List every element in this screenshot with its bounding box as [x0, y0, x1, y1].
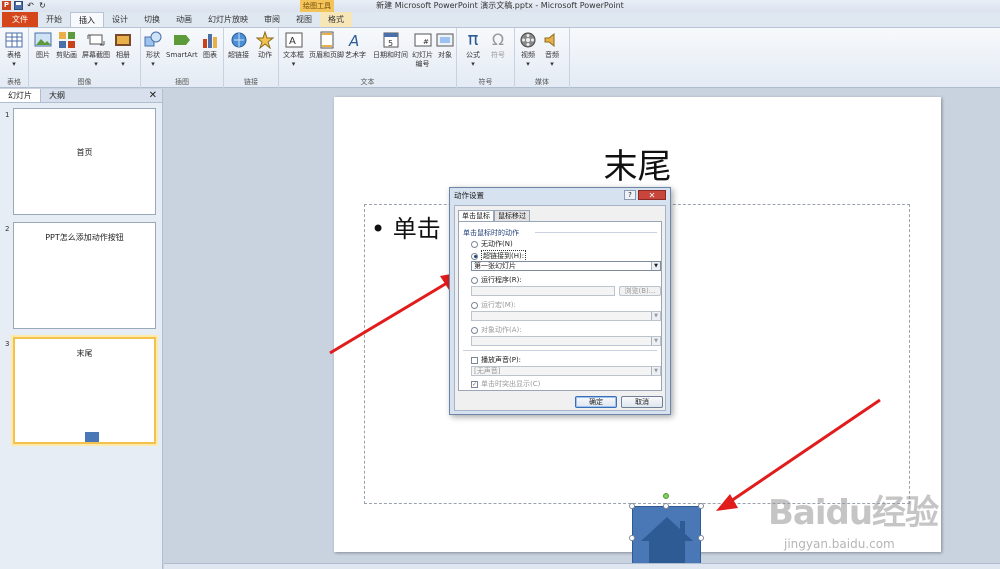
- radio-button: [471, 301, 478, 309]
- cancel-button[interactable]: 取消: [621, 396, 663, 408]
- annotation-arrow-left: [329, 278, 453, 355]
- sound-dropdown: [无声音] ▼: [471, 366, 661, 376]
- watermark-brand: Baidu经验: [768, 493, 939, 533]
- radio-no-action[interactable]: 无动作(N): [471, 239, 513, 249]
- dialog-close-button[interactable]: ✕: [638, 190, 666, 200]
- dropdown-arrow-icon: ▼: [651, 367, 660, 375]
- baidu-jingyan-watermark: Baidu经验 jingyan.baidu.com: [768, 485, 1000, 569]
- checkbox-play-sound[interactable]: 播放声音(P):: [471, 355, 521, 365]
- checkbox-checked: ✓: [471, 380, 478, 388]
- object-action-dropdown: ▼: [471, 336, 661, 346]
- dialog-tab-panel: 单击鼠标时的动作 无动作(N) 超链接到(H): 第一张幻灯片 ▼ 运行程序(R…: [458, 221, 662, 391]
- program-path-field: [471, 286, 615, 296]
- section-label: 单击鼠标时的动作: [463, 229, 519, 237]
- macro-dropdown: ▼: [471, 311, 661, 321]
- browse-button: 浏览(B)...: [619, 286, 661, 296]
- hyperlink-target-dropdown[interactable]: 第一张幻灯片 ▼: [471, 261, 661, 271]
- checkbox[interactable]: [471, 356, 478, 364]
- radio-run-program[interactable]: 运行程序(R):: [471, 275, 522, 285]
- checkbox-highlight-click: ✓ 单击时突出显示(C): [471, 380, 541, 388]
- radio-object-action: 对象动作(A):: [471, 325, 522, 335]
- radio-button: [471, 326, 478, 334]
- watermark-url: jingyan.baidu.com: [784, 537, 895, 551]
- dropdown-arrow-icon: ▼: [651, 312, 660, 320]
- radio-button[interactable]: [471, 276, 478, 284]
- action-settings-dialog[interactable]: 动作设置 ? ✕ 单击鼠标 鼠标移过 单击鼠标时的动作 无动作(N) 超链接到(…: [449, 187, 671, 415]
- annotation-arrowhead-right: [716, 494, 738, 511]
- radio-run-macro: 运行宏(M):: [471, 300, 516, 310]
- ok-button[interactable]: 确定: [575, 396, 617, 408]
- dialog-title: 动作设置: [454, 191, 484, 200]
- dropdown-arrow-icon[interactable]: ▼: [651, 262, 660, 270]
- section-divider: [535, 232, 657, 233]
- section-divider: [463, 350, 657, 351]
- radio-button[interactable]: [471, 240, 478, 248]
- help-button[interactable]: ?: [624, 190, 636, 200]
- radio-button-checked[interactable]: [471, 252, 478, 260]
- dialog-title-bar: 动作设置 ? ✕: [450, 188, 670, 204]
- dialog-body: 单击鼠标 鼠标移过 单击鼠标时的动作 无动作(N) 超链接到(H): 第一张幻灯…: [454, 205, 666, 411]
- dropdown-arrow-icon: ▼: [651, 337, 660, 345]
